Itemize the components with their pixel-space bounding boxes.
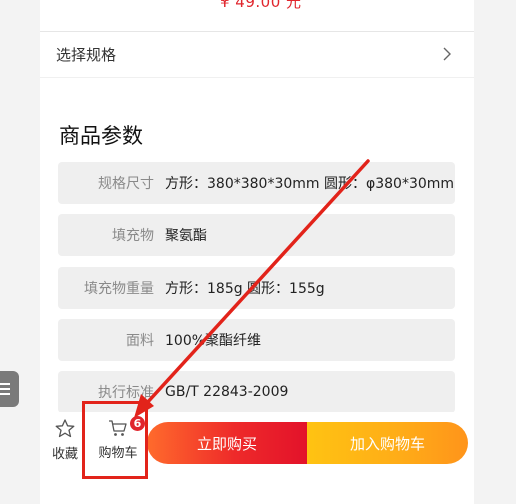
cart-count-badge: 6 (130, 416, 145, 431)
menu-icon (0, 380, 10, 398)
param-value: GB/T 22843-2009 (165, 384, 289, 400)
param-row-filling: 填充物 聚氨酯 (58, 214, 455, 256)
param-name: 执行标准 (98, 385, 154, 401)
cart-label: 购物车 (98, 446, 138, 461)
shopping-cart-icon (109, 420, 127, 436)
param-name: 规格尺寸 (98, 176, 154, 192)
param-value: 方形：380*380*30mm 圆形：φ380*30mm (165, 176, 455, 192)
side-menu-handle[interactable] (0, 371, 19, 407)
select-spec-label: 选择规格 (56, 45, 117, 64)
divider (40, 77, 474, 78)
product-price: ¥ 49.00 元 (220, 0, 302, 11)
param-row-filling-weight: 填充物重量 方形：185g 圆形：155g (58, 267, 455, 309)
param-name: 面料 (126, 333, 154, 349)
chevron-right-icon (443, 47, 451, 61)
param-value: 100%聚酯纤维 (165, 333, 262, 349)
add-to-cart-button[interactable]: 加入购物车 (307, 422, 468, 464)
param-name: 填充物重量 (84, 281, 154, 297)
param-row-standard: 执行标准 GB/T 22843-2009 (58, 371, 455, 413)
favorite-label: 收藏 (51, 446, 78, 462)
favorite-button[interactable]: 收藏 (48, 412, 82, 468)
select-spec-row[interactable]: 选择规格 (40, 32, 474, 76)
param-name: 填充物 (112, 228, 154, 244)
param-value: 聚氨酯 (165, 228, 207, 244)
params-section-title: 商品参数 (59, 124, 143, 148)
buy-now-button[interactable]: 立即购买 (147, 422, 307, 464)
param-row-fabric: 面料 100%聚酯纤维 (58, 319, 455, 361)
param-row-size: 规格尺寸 方形：380*380*30mm 圆形：φ380*30mm (58, 162, 455, 204)
param-value: 方形：185g 圆形：155g (165, 281, 325, 297)
star-icon (55, 418, 75, 437)
cart-button[interactable]: 购物车 6 (92, 412, 145, 468)
bottom-action-bar: 收藏 购物车 6 立即购买 加入购物车 (40, 412, 474, 468)
